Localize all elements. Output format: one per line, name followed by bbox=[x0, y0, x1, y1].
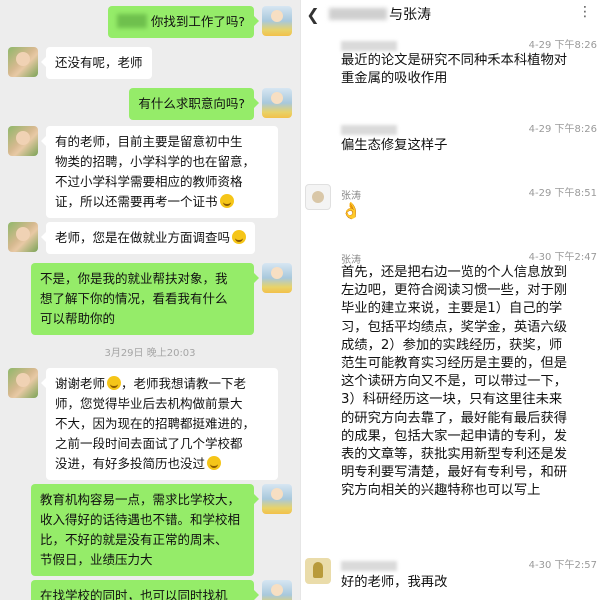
avatar[interactable] bbox=[262, 580, 292, 600]
message-row: 在找学校的同时，也可以同时找机 bbox=[31, 580, 292, 600]
laughing-emoji-icon bbox=[207, 456, 222, 470]
avatar[interactable] bbox=[305, 558, 331, 584]
message-bubble[interactable]: 老师，您是在做就业方面调查吗 bbox=[40, 222, 256, 254]
message-row: 谢谢老师 ，老师我想请教一下老 师，您觉得毕业后去机构做前景大 不大，因为现在的招… bbox=[8, 368, 278, 480]
message-bubble[interactable]: 在找学校的同时，也可以同时找机 bbox=[31, 580, 259, 600]
message-bubble[interactable]: 你找到工作了吗? bbox=[107, 6, 260, 38]
avatar[interactable] bbox=[8, 368, 38, 398]
message-bubble[interactable]: 有的老师，目前主要是留意初中生 物类的招聘，小学科学的也在留意， 不过小学科学需… bbox=[41, 126, 278, 218]
message-row: 有什么求职意向吗? bbox=[129, 88, 292, 120]
ok-hand-emoji-icon: 👌 bbox=[341, 201, 361, 220]
laughing-emoji-icon bbox=[232, 230, 247, 244]
message-text[interactable]: 首先，还是把右边一览的个人信息放到 左边吧，更符合阅读习惯一些，对于刚 毕业的建… bbox=[341, 264, 599, 501]
avatar[interactable] bbox=[262, 263, 292, 293]
avatar[interactable] bbox=[262, 88, 292, 118]
wechat-chat-pane: 你找到工作了吗? 还没有呢，老师 有什么求职意向吗? 有的老师，目前主要是留意初… bbox=[0, 0, 300, 600]
chevron-left-icon[interactable]: ❮ bbox=[303, 5, 323, 24]
message-row: 还没有呢，老师 bbox=[8, 47, 152, 79]
message-bubble[interactable]: 教育机构容易一点，需求比学校大， 收入得好的话待遇也不错。和学校相 比，不好的就… bbox=[31, 484, 259, 576]
redacted-name bbox=[116, 14, 147, 28]
avatar[interactable] bbox=[8, 47, 38, 77]
redacted-title bbox=[329, 8, 387, 20]
redacted-sender bbox=[341, 125, 397, 135]
message-row: 不是，你是我的就业帮扶对象，我 想了解下你的情况，看看我有什么 可以帮助你的 bbox=[31, 263, 292, 335]
message-row: 老师，您是在做就业方面调查吗 bbox=[8, 222, 256, 254]
avatar[interactable] bbox=[8, 126, 38, 156]
message-bubble[interactable]: 谢谢老师 ，老师我想请教一下老 师，您觉得毕业后去机构做前景大 不大，因为现在的招… bbox=[41, 368, 278, 480]
smile-emoji-icon bbox=[107, 376, 122, 390]
message-text[interactable]: 偏生态修复这样子 bbox=[341, 137, 599, 155]
chat-header: ❮ 与张涛 ⋮ bbox=[301, 0, 600, 28]
message-bubble[interactable]: 还没有呢，老师 bbox=[41, 47, 152, 79]
avatar[interactable] bbox=[8, 222, 38, 252]
message-time: 4-29 下午8:26 bbox=[528, 40, 597, 51]
message-row: 你找到工作了吗? bbox=[107, 6, 292, 38]
message-row: 有的老师，目前主要是留意初中生 物类的招聘，小学科学的也在留意， 不过小学科学需… bbox=[8, 126, 278, 218]
qq-chat-pane: ❮ 与张涛 ⋮ 4-29 下午8:26 最近的论文是研究不同种禾本科植物对 重金… bbox=[300, 0, 600, 600]
laughing-emoji-icon bbox=[219, 194, 234, 208]
avatar[interactable] bbox=[305, 184, 331, 210]
message-time: 4-30 下午2:47 bbox=[528, 252, 597, 263]
message-bubble[interactable]: 有什么求职意向吗? bbox=[129, 88, 259, 120]
message-bubble[interactable]: 不是，你是我的就业帮扶对象，我 想了解下你的情况，看看我有什么 可以帮助你的 bbox=[31, 263, 259, 335]
message-time: 4-29 下午8:26 bbox=[528, 124, 597, 135]
chat-timestamp: 3月29日 晚上20:03 bbox=[104, 348, 196, 359]
message-time: 4-30 下午2:57 bbox=[528, 560, 597, 571]
message-time: 4-29 下午8:51 bbox=[528, 188, 597, 199]
chat-title: 与张涛 bbox=[389, 7, 431, 23]
avatar[interactable] bbox=[262, 484, 292, 514]
more-icon[interactable]: ⋮ bbox=[578, 4, 593, 20]
redacted-sender bbox=[341, 41, 397, 51]
redacted-sender bbox=[341, 561, 397, 571]
message-text[interactable]: 好的老师，我再改 bbox=[341, 574, 599, 592]
message-row: 教育机构容易一点，需求比学校大， 收入得好的话待遇也不错。和学校相 比，不好的就… bbox=[31, 484, 292, 576]
avatar[interactable] bbox=[262, 6, 292, 36]
message-text[interactable]: 最近的论文是研究不同种禾本科植物对 重金属的吸收作用 bbox=[341, 52, 599, 88]
